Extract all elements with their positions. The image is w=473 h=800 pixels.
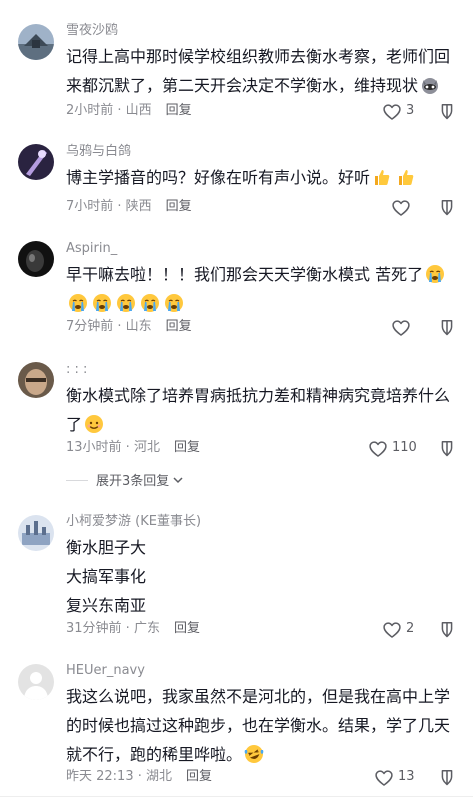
like-button[interactable] — [391, 197, 431, 219]
dislike-button[interactable] — [437, 317, 457, 337]
thumbs-up-emoji-icon — [372, 167, 392, 187]
comment-text: 我这么说吧，我家虽然不是河北的，但是我在高中上学的时候也搞过这种跑步，也在学衡水… — [66, 687, 451, 764]
raccoon-emoji-icon — [420, 75, 440, 95]
thumb-down-outline-icon — [441, 320, 453, 336]
thumbs-up-emoji-icon — [396, 167, 416, 187]
comment-line: 衡水胆子大 — [66, 538, 147, 557]
like-button[interactable] — [391, 317, 431, 339]
username[interactable]: Aspirin_ — [66, 240, 455, 258]
avatar[interactable] — [18, 24, 54, 60]
like-count: 3 — [406, 103, 415, 118]
reply-button[interactable]: 回复 — [186, 769, 212, 784]
dislike-button[interactable] — [437, 101, 457, 121]
crying-face-emoji-icon — [116, 293, 136, 313]
heart-outline-icon — [383, 104, 401, 120]
like-button[interactable]: 13 — [374, 767, 415, 789]
like-count: 2 — [406, 621, 415, 636]
thumb-down-outline-icon — [441, 441, 453, 457]
crying-face-emoji-icon — [425, 264, 445, 284]
avatar[interactable] — [18, 515, 54, 551]
divider — [66, 480, 88, 481]
avatar[interactable] — [18, 362, 54, 398]
dislike-button[interactable] — [437, 438, 457, 458]
crying-face-emoji-icon — [164, 293, 184, 313]
username[interactable]: 小柯爱梦游 (KE董事长) — [66, 513, 455, 531]
thumb-down-outline-icon — [441, 200, 453, 216]
crying-face-emoji-icon — [92, 293, 112, 313]
like-count: 13 — [398, 769, 415, 784]
crying-face-emoji-icon — [140, 293, 160, 313]
reply-button[interactable]: 回复 — [166, 319, 192, 334]
expand-replies-label: 展开3条回复 — [96, 474, 170, 489]
avatar[interactable] — [18, 241, 54, 277]
reply-button[interactable]: 回复 — [166, 103, 192, 118]
username[interactable]: HEUer_navy — [66, 662, 455, 680]
avatar[interactable] — [18, 664, 54, 700]
comment-time: 7分钟前 · 山东 — [66, 319, 152, 334]
divider — [0, 796, 473, 797]
like-button[interactable]: 110 — [368, 438, 417, 460]
heart-outline-icon — [369, 441, 387, 457]
comment-text: 博主学播音的吗？好像在听有声小说。好听 — [66, 163, 455, 192]
heart-outline-icon — [383, 622, 401, 638]
comment-time: 13小时前 · 河北 — [66, 440, 160, 455]
comment-text: 衡水模式除了培养胃病抵抗力差和精神病究竟培养什么了 — [66, 386, 451, 434]
comment-time: 昨天 22:13 · 湖北 — [66, 769, 172, 784]
comment-time: 2小时前 · 山西 — [66, 103, 152, 118]
reply-button[interactable]: 回复 — [166, 199, 192, 214]
reply-button[interactable]: 回复 — [174, 621, 200, 636]
comment-line: 大搞军事化 — [66, 567, 147, 586]
thumb-down-outline-icon — [441, 622, 453, 638]
comment-time: 31分钟前 · 广东 — [66, 621, 160, 636]
thumb-down-outline-icon — [441, 770, 453, 786]
chevron-down-icon — [171, 473, 185, 491]
reply-button[interactable]: 回复 — [174, 440, 200, 455]
username[interactable]: : : : — [66, 361, 455, 379]
comment-time: 7小时前 · 陕西 — [66, 199, 152, 214]
upside-smile-emoji-icon — [84, 414, 104, 434]
like-count: 110 — [392, 440, 417, 455]
heart-outline-icon — [392, 320, 410, 336]
comment-text: 早干嘛去啦！！！我们那会天天学衡水模式 苦死了 — [66, 260, 455, 318]
username[interactable]: 乌鸦与白鸽 — [66, 143, 455, 161]
crying-face-emoji-icon — [68, 293, 88, 313]
heart-outline-icon — [392, 200, 410, 216]
avatar[interactable] — [18, 144, 54, 180]
heart-outline-icon — [375, 770, 393, 786]
comment-text: 衡水胆子大 大搞军事化 复兴东南亚 — [66, 533, 455, 620]
expand-replies-button[interactable]: 展开3条回复 — [66, 470, 185, 491]
username[interactable]: 雪夜沙鸥 — [66, 22, 455, 40]
comment-text: 记得上高中那时候学校组织教师去衡水考察，老师们回来都沉默了，第二天开会决定不学衡… — [66, 47, 451, 95]
like-button[interactable]: 3 — [382, 101, 422, 123]
laughing-tears-emoji-icon — [244, 744, 264, 764]
dislike-button[interactable] — [437, 767, 457, 787]
like-button[interactable]: 2 — [382, 619, 422, 641]
thumb-down-outline-icon — [441, 104, 453, 120]
comment-line: 复兴东南亚 — [66, 596, 147, 615]
dislike-button[interactable] — [437, 197, 457, 217]
dislike-button[interactable] — [437, 619, 457, 639]
